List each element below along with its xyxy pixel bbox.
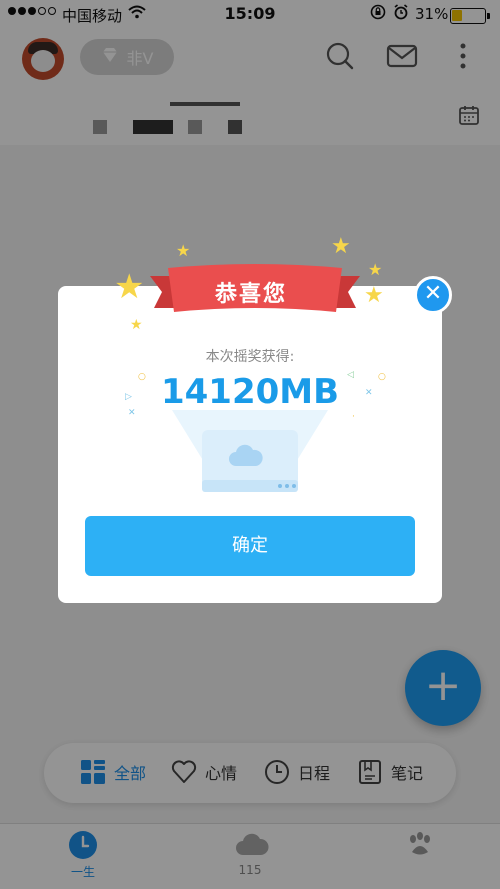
star-icon: ★ <box>364 283 384 308</box>
sparkle-icon: ✕ <box>128 408 136 418</box>
sparkle-icon: ✕ <box>365 388 373 398</box>
sparkle-icon: ○ <box>138 372 146 382</box>
sparkle-icon: ▷ <box>125 392 132 402</box>
sparkle-icon: · <box>352 412 355 422</box>
star-icon: ★ <box>130 317 143 333</box>
prize-subtitle: 本次摇奖获得: <box>205 349 295 365</box>
star-icon: ★ <box>331 234 351 259</box>
ribbon-title: 恭喜您 <box>214 282 287 307</box>
star-icon: ★ <box>114 267 145 307</box>
close-button[interactable]: ✕ <box>414 276 452 314</box>
star-icon: ★ <box>368 260 383 279</box>
confirm-button[interactable]: 确定 <box>85 516 415 576</box>
sparkle-icon: ◁ <box>347 370 354 380</box>
cloud-drive-illustration <box>172 410 328 492</box>
sparkle-icon: ○ <box>378 372 386 382</box>
star-icon: ★ <box>176 241 191 260</box>
